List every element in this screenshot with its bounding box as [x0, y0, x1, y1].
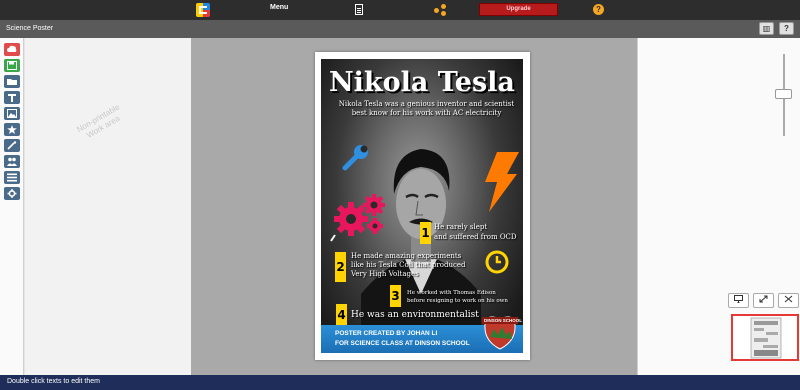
- footer-credit[interactable]: POSTER CREATED BY JOHAN LI: [335, 330, 437, 337]
- star-icon[interactable]: [4, 123, 20, 136]
- app-logo[interactable]: [196, 3, 210, 17]
- gears-icon[interactable]: [329, 191, 393, 243]
- image-icon[interactable]: [4, 107, 20, 120]
- non-printable-watermark: Non-printable Work area: [75, 102, 122, 140]
- fact-text-2[interactable]: He made amazing experiments like his Tes…: [351, 252, 466, 279]
- top-bar: Menu Upgrade ?: [0, 0, 800, 20]
- fact-number-3[interactable]: 3: [390, 285, 401, 307]
- help-icon[interactable]: ?: [593, 4, 604, 15]
- list-icon[interactable]: [4, 171, 20, 184]
- chart-icon[interactable]: ▥: [759, 22, 774, 35]
- fact-number-1[interactable]: 1: [420, 222, 431, 244]
- fact-text-1[interactable]: He rarely slept and suffered from OCD: [434, 222, 517, 242]
- wrench-icon[interactable]: [341, 144, 371, 172]
- title-bar: Science Poster ▥ ?: [0, 20, 800, 38]
- fact-text-3[interactable]: He worked with Thomas Edison before resi…: [407, 289, 508, 305]
- settings-icon[interactable]: [4, 187, 20, 200]
- monitor-icon[interactable]: [728, 293, 749, 308]
- share-icon[interactable]: [434, 4, 446, 16]
- status-hint: Double click texts to edit them: [7, 378, 100, 385]
- poster-background[interactable]: Nikola Tesla Nikola Tesla was a genious …: [321, 59, 523, 353]
- people-icon[interactable]: [4, 155, 20, 168]
- document-title[interactable]: Science Poster: [6, 25, 53, 32]
- shrink-icon[interactable]: [778, 293, 799, 308]
- fact-number-4[interactable]: 4: [336, 304, 347, 326]
- school-badge-icon[interactable]: [480, 311, 520, 351]
- menu-button[interactable]: Menu: [270, 4, 288, 11]
- footer-class[interactable]: FOR SCIENCE CLASS AT DINSON SCHOOL: [335, 340, 470, 347]
- badge-label: DINSON SCHOOL: [484, 318, 523, 323]
- poster[interactable]: Nikola Tesla Nikola Tesla was a genious …: [315, 52, 530, 360]
- minimap[interactable]: [731, 314, 799, 361]
- left-toolbar: [0, 38, 24, 375]
- text-icon[interactable]: [4, 91, 20, 104]
- fact-text-4[interactable]: He was an environmentalist: [351, 310, 479, 320]
- poster-subtitle[interactable]: Nikola Tesla was a genious inventor and …: [329, 100, 523, 118]
- folder-icon[interactable]: [4, 75, 20, 88]
- expand-icon[interactable]: [753, 293, 774, 308]
- save-icon[interactable]: [4, 59, 20, 72]
- document-icon[interactable]: [355, 4, 363, 15]
- upload-icon[interactable]: [4, 43, 20, 56]
- clock-icon[interactable]: [484, 249, 510, 275]
- zoom-slider-handle[interactable]: [775, 89, 792, 99]
- status-bar: Double click texts to edit them: [0, 375, 800, 390]
- help-button[interactable]: ?: [779, 22, 794, 35]
- magic-wand-icon[interactable]: [4, 139, 20, 152]
- fact-number-2[interactable]: 2: [335, 252, 346, 282]
- upgrade-button[interactable]: Upgrade: [479, 3, 558, 16]
- lightning-bolt-icon[interactable]: [483, 152, 521, 212]
- poster-title[interactable]: Nikola Tesla: [329, 67, 523, 98]
